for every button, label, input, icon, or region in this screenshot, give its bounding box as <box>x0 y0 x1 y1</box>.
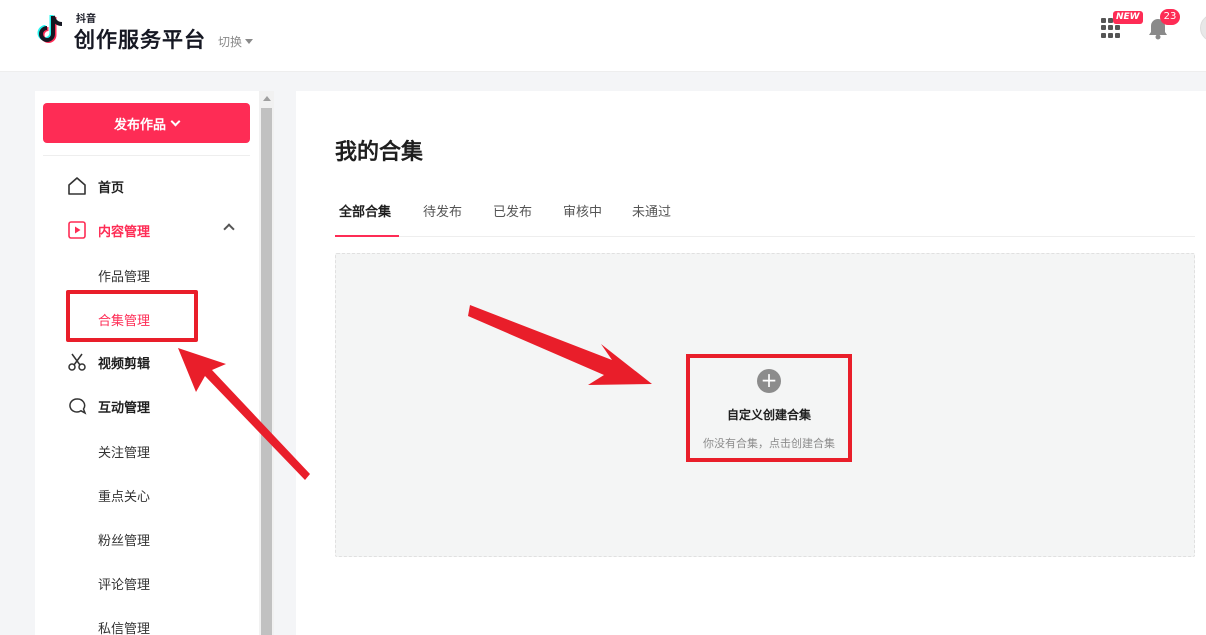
main-panel: 我的合集 全部合集 待发布 已发布 审核中 未通过 + 自定义创建合集 你没有合… <box>296 91 1206 635</box>
chevron-down-icon <box>170 116 181 126</box>
sidebar-subitem-fans[interactable]: 粉丝管理 <box>35 523 259 553</box>
caret-down-icon <box>245 39 254 44</box>
sidebar-subitem-label: 粉丝管理 <box>98 534 151 549</box>
collection-tabs: 全部合集 待发布 已发布 审核中 未通过 <box>335 201 1195 237</box>
sidebar-item-home[interactable]: 首页 <box>35 171 259 201</box>
chevron-up-icon[interactable] <box>223 223 235 235</box>
sidebar-subitem-follows[interactable]: 关注管理 <box>35 435 259 465</box>
plus-icon: + <box>757 369 781 393</box>
create-collection-button[interactable]: + 自定义创建合集 你没有合集，点击创建合集 <box>686 354 852 462</box>
brand-title: 创作服务平台 <box>74 28 206 52</box>
sidebar-subitem-works[interactable]: 作品管理 <box>35 259 259 289</box>
sidebar-subitem-key-care[interactable]: 重点关心 <box>35 479 259 509</box>
scroll-up-arrow-icon[interactable] <box>263 96 271 101</box>
annotation-highlight-box <box>66 290 198 342</box>
sidebar-subitem-label: 关注管理 <box>98 446 151 461</box>
sidebar-subitem-messages[interactable]: 私信管理 <box>35 611 259 635</box>
sidebar-subitem-label: 作品管理 <box>98 270 151 285</box>
tab-reviewing[interactable]: 审核中 <box>563 201 602 237</box>
create-collection-hint: 你没有合集，点击创建合集 <box>703 437 835 450</box>
publish-label: 发布作品 <box>113 117 166 133</box>
page-title: 我的合集 <box>335 140 424 165</box>
brand-small-text: 抖音 <box>76 14 96 25</box>
tab-pending[interactable]: 待发布 <box>423 201 462 237</box>
sidebar-item-label: 视频剪辑 <box>98 356 151 372</box>
top-header: 抖音 创作服务平台 切换 NEW 23 <box>0 0 1206 72</box>
sidebar-subitem-comments[interactable]: 评论管理 <box>35 567 259 597</box>
new-badge: NEW <box>1113 11 1143 24</box>
sidebar-item-content-management[interactable]: 内容管理 <box>35 215 259 245</box>
scrollbar-thumb[interactable] <box>261 108 272 635</box>
publish-button[interactable]: 发布作品 <box>43 103 250 143</box>
play-square-icon <box>68 221 86 239</box>
collections-empty-area: + 自定义创建合集 你没有合集，点击创建合集 <box>335 253 1195 557</box>
scissors-icon <box>68 353 86 371</box>
sidebar-subitem-label: 私信管理 <box>98 622 151 635</box>
tab-published[interactable]: 已发布 <box>493 201 532 237</box>
sidebar-item-interaction[interactable]: 互动管理 <box>35 391 259 421</box>
sidebar-scrollbar[interactable] <box>259 91 274 635</box>
douyin-logo-icon[interactable] <box>34 12 70 48</box>
sidebar-subitem-label: 重点关心 <box>98 490 151 505</box>
sidebar-item-label: 内容管理 <box>98 224 151 240</box>
sidebar-subitem-label: 评论管理 <box>98 578 151 593</box>
divider <box>43 155 250 156</box>
sidebar-item-label: 互动管理 <box>98 400 151 416</box>
home-icon <box>68 177 86 195</box>
tab-all-collections[interactable]: 全部合集 <box>335 201 399 237</box>
create-collection-title: 自定义创建合集 <box>726 408 811 422</box>
sidebar-item-label: 首页 <box>98 180 125 196</box>
switch-label: 切换 <box>218 35 243 49</box>
switch-dropdown[interactable]: 切换 <box>218 33 254 50</box>
notification-count-badge: 23 <box>1160 9 1180 25</box>
avatar[interactable] <box>1200 14 1206 42</box>
sidebar: 发布作品 首页 内容管理 作品管理 合集管理 视频剪辑 互动管理 关注管理 重点… <box>35 91 259 635</box>
chat-bubble-icon <box>69 398 87 415</box>
sidebar-item-video-editing[interactable]: 视频剪辑 <box>35 347 259 377</box>
tab-rejected[interactable]: 未通过 <box>632 201 671 237</box>
